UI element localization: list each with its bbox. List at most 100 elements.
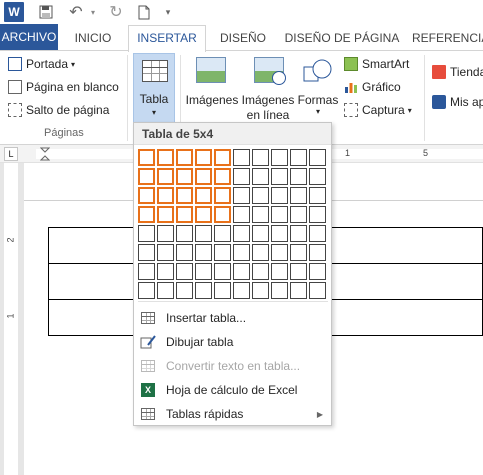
grid-cell[interactable] [290, 149, 307, 166]
pagina-en-blanco-button[interactable]: Página en blanco [8, 80, 119, 94]
grid-cell[interactable] [309, 168, 326, 185]
grid-cell-selected[interactable] [214, 206, 231, 223]
tabla-button[interactable]: Tabla ▾ [133, 53, 175, 125]
grid-cell-selected[interactable] [176, 149, 193, 166]
undo-icon[interactable]: ↶ [66, 2, 86, 22]
grid-cell-selected[interactable] [214, 187, 231, 204]
grid-cell[interactable] [138, 282, 155, 299]
grid-cell[interactable] [252, 187, 269, 204]
grid-cell[interactable] [271, 282, 288, 299]
grid-cell[interactable] [176, 282, 193, 299]
grid-cell[interactable] [309, 149, 326, 166]
undo-dropdown-icon[interactable]: ▾ [88, 2, 98, 22]
grid-cell[interactable] [309, 225, 326, 242]
grid-cell[interactable] [252, 282, 269, 299]
salto-de-pagina-button[interactable]: Salto de página [8, 103, 109, 117]
grid-cell-selected[interactable] [157, 149, 174, 166]
grid-cell[interactable] [176, 263, 193, 280]
grid-cell[interactable] [309, 263, 326, 280]
portada-button[interactable]: Portada ▾ [8, 57, 75, 71]
grid-cell[interactable] [290, 225, 307, 242]
grid-cell[interactable] [252, 263, 269, 280]
grid-cell[interactable] [271, 225, 288, 242]
grid-cell[interactable] [214, 282, 231, 299]
smartart-button[interactable]: SmartArt [344, 57, 409, 71]
word-app-icon[interactable]: W [4, 2, 24, 22]
formas-label[interactable]: Formas [296, 93, 340, 107]
grid-cell-selected[interactable] [195, 187, 212, 204]
customize-qat-icon[interactable]: ▾ [162, 2, 174, 22]
grid-cell[interactable] [252, 225, 269, 242]
insertar-tabla-menu-item[interactable]: Insertar tabla... [134, 306, 331, 330]
grid-cell-selected[interactable] [176, 187, 193, 204]
grid-cell[interactable] [252, 149, 269, 166]
tab-diseno-de-pagina[interactable]: DISEÑO DE PÁGINA [280, 26, 404, 51]
grid-cell-selected[interactable] [176, 168, 193, 185]
imagenes-en-linea-label-1[interactable]: Imágenes [240, 93, 296, 107]
tablas-rapidas-menu-item[interactable]: Tablas rápidas ▶ [134, 402, 331, 426]
grid-cell[interactable] [233, 282, 250, 299]
grid-cell[interactable] [233, 187, 250, 204]
grid-cell[interactable] [252, 206, 269, 223]
captura-button[interactable]: Captura ▾ [344, 103, 412, 117]
grid-cell[interactable] [290, 244, 307, 261]
grid-cell[interactable] [214, 244, 231, 261]
formas-dropdown-icon[interactable]: ▾ [296, 107, 340, 116]
grid-cell[interactable] [271, 149, 288, 166]
grid-cell[interactable] [271, 206, 288, 223]
grid-cell[interactable] [214, 263, 231, 280]
grid-cell-selected[interactable] [138, 149, 155, 166]
tab-diseno[interactable]: DISEÑO [212, 26, 274, 51]
grid-cell[interactable] [290, 263, 307, 280]
grid-cell[interactable] [157, 225, 174, 242]
dibujar-tabla-menu-item[interactable]: Dibujar tabla [134, 330, 331, 354]
grid-cell[interactable] [290, 206, 307, 223]
grid-cell[interactable] [233, 149, 250, 166]
grid-cell[interactable] [233, 225, 250, 242]
grid-cell-selected[interactable] [214, 149, 231, 166]
grid-cell[interactable] [157, 282, 174, 299]
grid-cell-selected[interactable] [214, 168, 231, 185]
grid-cell[interactable] [195, 263, 212, 280]
grid-cell[interactable] [195, 282, 212, 299]
grid-cell[interactable] [195, 225, 212, 242]
redo-icon[interactable]: ↻ [107, 2, 125, 22]
hoja-excel-menu-item[interactable]: X Hoja de cálculo de Excel [134, 378, 331, 402]
grid-cell[interactable] [214, 225, 231, 242]
grid-cell[interactable] [271, 263, 288, 280]
grid-cell-selected[interactable] [176, 206, 193, 223]
grid-cell-selected[interactable] [157, 206, 174, 223]
grid-cell[interactable] [233, 263, 250, 280]
grid-cell[interactable] [233, 206, 250, 223]
tab-archivo[interactable]: ARCHIVO [0, 24, 58, 51]
grid-cell[interactable] [233, 244, 250, 261]
grid-cell-selected[interactable] [195, 168, 212, 185]
new-document-icon[interactable] [136, 2, 152, 22]
grid-cell[interactable] [309, 187, 326, 204]
grid-cell[interactable] [233, 168, 250, 185]
tienda-button[interactable]: Tienda [432, 65, 483, 79]
grid-cell[interactable] [157, 244, 174, 261]
tab-selector-button[interactable]: L [4, 147, 18, 161]
grid-cell-selected[interactable] [138, 206, 155, 223]
grid-cell-selected[interactable] [138, 187, 155, 204]
grid-cell[interactable] [252, 168, 269, 185]
pictures-icon[interactable] [196, 57, 226, 83]
indent-marker-icon[interactable] [39, 147, 51, 161]
grid-cell[interactable] [290, 168, 307, 185]
grafico-button[interactable]: Gráfico [344, 80, 401, 94]
grid-cell[interactable] [309, 282, 326, 299]
mis-apps-button[interactable]: Mis ap [432, 95, 483, 109]
grid-cell[interactable] [271, 168, 288, 185]
grid-cell[interactable] [138, 225, 155, 242]
imagenes-label[interactable]: Imágenes [184, 93, 240, 107]
grid-cell[interactable] [290, 187, 307, 204]
imagenes-en-linea-label-2[interactable]: en línea [240, 108, 296, 122]
grid-cell[interactable] [252, 244, 269, 261]
grid-cell-selected[interactable] [157, 187, 174, 204]
grid-cell[interactable] [138, 244, 155, 261]
tab-inicio[interactable]: INICIO [64, 26, 122, 51]
tab-insertar[interactable]: INSERTAR [128, 25, 206, 52]
tab-referencias[interactable]: REFERENCIAS [412, 26, 483, 51]
grid-cell[interactable] [138, 263, 155, 280]
